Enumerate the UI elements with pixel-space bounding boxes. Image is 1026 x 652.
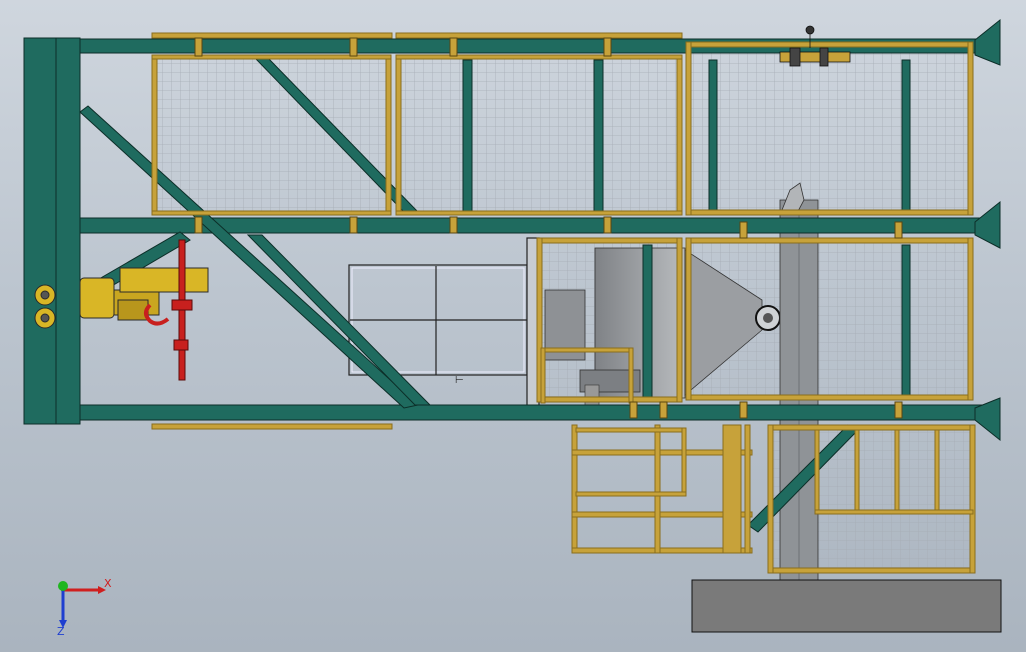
triad-z-label: Z [57, 625, 65, 638]
reference-mark: ⊢ [455, 375, 464, 386]
cad-viewport[interactable]: ⊢ X Z [0, 0, 1026, 652]
orientation-triad[interactable]: X Z [57, 577, 112, 638]
foundation-block[interactable] [691, 579, 1002, 633]
model-drawing: ⊢ X Z [23, 18, 1002, 638]
triad-x-label: X [104, 577, 112, 590]
